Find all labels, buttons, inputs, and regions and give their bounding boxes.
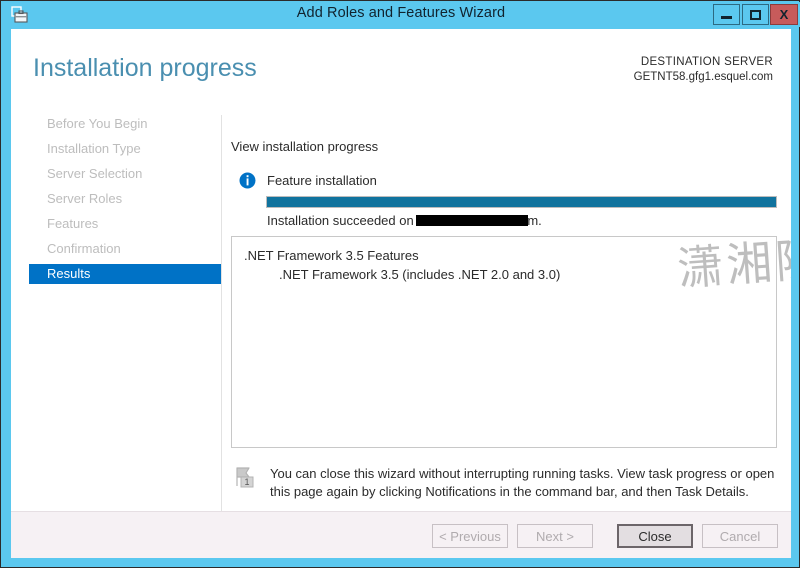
destination-server-name: GETNT58.gfg1.esquel.com (633, 71, 773, 83)
list-item: .NET Framework 3.5 (includes .NET 2.0 an… (279, 267, 561, 282)
list-item: .NET Framework 3.5 Features (244, 248, 419, 263)
installed-features-list[interactable]: .NET Framework 3.5 Features .NET Framewo… (231, 236, 777, 448)
maximize-button[interactable] (742, 4, 769, 25)
close-window-button[interactable]: X (770, 4, 798, 25)
titlebar: Add Roles and Features Wizard X (2, 2, 800, 27)
view-installation-progress-label: View installation progress (231, 139, 379, 154)
info-icon (239, 172, 256, 189)
minimize-icon (721, 15, 732, 19)
cancel-button[interactable]: Cancel (702, 524, 778, 548)
sidebar-item-results[interactable]: Results (29, 264, 221, 284)
main-content: View installation progress Feature insta… (222, 114, 791, 529)
destination-server: DESTINATION SERVER GETNT58.gfg1.esquel.c… (634, 55, 773, 85)
svg-text:1: 1 (244, 477, 249, 487)
previous-button[interactable]: < Previous (432, 524, 508, 548)
page-title: Installation progress (33, 54, 257, 82)
sidebar-item-server-selection[interactable]: Server Selection (29, 164, 221, 184)
maximize-icon (750, 9, 761, 20)
redacted-server-name (416, 215, 529, 226)
minimize-button[interactable] (713, 4, 740, 25)
wizard-client-area: Installation progress DESTINATION SERVER… (11, 29, 791, 558)
installation-progress-bar (266, 196, 777, 208)
sidebar-item-installation-type[interactable]: Installation Type (29, 139, 221, 159)
wizard-window: Add Roles and Features Wizard X Installa… (0, 0, 800, 568)
installation-progress-fill (267, 197, 776, 207)
status-prefix: Installation succeeded on (267, 213, 418, 228)
destination-server-label: DESTINATION SERVER (640, 56, 773, 68)
sidebar-item-features[interactable]: Features (29, 214, 221, 234)
installation-status-text: Installation succeeded on m. (267, 213, 542, 228)
notice-text: You can close this wizard without interr… (270, 466, 775, 499)
window-title: Add Roles and Features Wizard (296, 5, 506, 21)
sidebar-item-before-you-begin[interactable]: Before You Begin (29, 114, 221, 134)
wizard-steps-sidebar: Before You Begin Installation Type Serve… (11, 114, 222, 514)
next-button[interactable]: Next > (517, 524, 593, 548)
sidebar-item-server-roles[interactable]: Server Roles (29, 189, 221, 209)
close-button[interactable]: Close (617, 524, 693, 548)
sidebar-item-confirmation[interactable]: Confirmation (29, 239, 221, 259)
status-suffix: m. (527, 213, 542, 228)
feature-installation-label: Feature installation (267, 173, 377, 188)
wizard-footer: < Previous Next > Close Cancel (11, 511, 791, 558)
notification-flag-icon: 1 (234, 466, 258, 490)
